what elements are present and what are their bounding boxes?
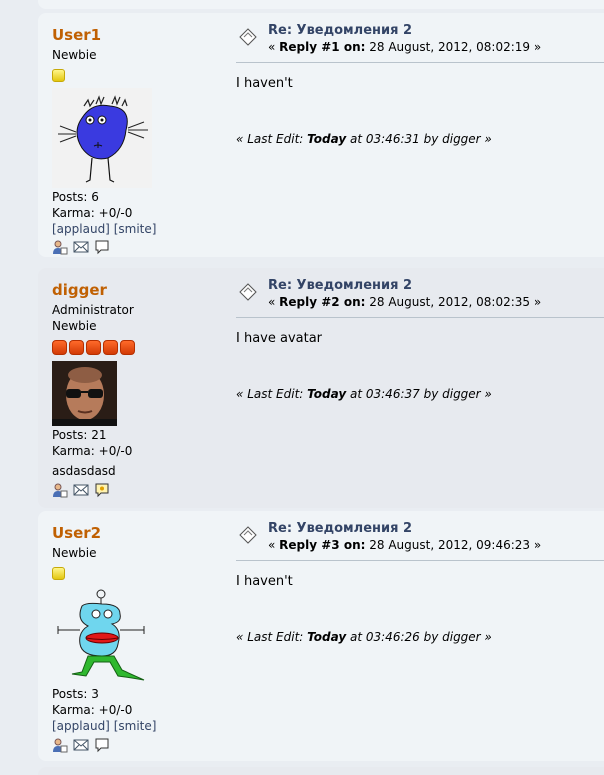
poster-name-link[interactable]: User1 (52, 26, 101, 44)
post-subject-link[interactable]: Re: Уведомления 2 (268, 278, 412, 293)
last-edit-day: Today (307, 387, 347, 401)
reply-prefix: « (268, 40, 276, 54)
last-edit-prefix: « Last Edit: (236, 387, 304, 401)
last-edit-info: at 03:46:26 by digger » (350, 630, 492, 644)
email-icon[interactable] (73, 482, 89, 498)
star-icon (52, 340, 67, 355)
last-edit-prefix: « Last Edit: (236, 132, 304, 146)
post-body: I haven't (236, 574, 293, 589)
signature: asdasdasd (52, 464, 116, 478)
rank-stars (52, 567, 65, 581)
poster-rank: Administrator (52, 303, 134, 317)
star-icon (86, 340, 101, 355)
poster-icons (52, 239, 110, 255)
star-icon (120, 340, 135, 355)
last-edit-day: Today (307, 630, 347, 644)
poster-icons (52, 737, 110, 753)
previous-post-edge (38, 0, 604, 9)
reply-date: 28 August, 2012, 08:02:35 » (369, 295, 542, 309)
star-icon (69, 340, 84, 355)
karma-links: [applaud] [smite] (52, 719, 156, 733)
karma-links: [applaud] [smite] (52, 222, 156, 236)
reply-number: Reply #2 on: (279, 295, 366, 309)
star-icon (103, 340, 118, 355)
post-body: I haven't (236, 76, 293, 91)
post-body: I have avatar (236, 331, 323, 346)
next-post-edge (38, 767, 604, 775)
reply-info: « Reply #3 on: 28 August, 2012, 09:46:23… (268, 538, 541, 552)
last-edit: « Last Edit: Today at 03:46:37 by digger… (236, 387, 492, 401)
last-edit-info: at 03:46:31 by digger » (350, 132, 492, 146)
reply-number: Reply #3 on: (279, 538, 366, 552)
personal-message-icon[interactable] (94, 239, 110, 255)
poster-rank: Newbie (52, 48, 97, 62)
post-subject-link[interactable]: Re: Уведомления 2 (268, 23, 412, 38)
applaud-link[interactable]: [applaud] (52, 222, 110, 236)
post-count: Posts: 21 (52, 428, 107, 442)
reply-date: 28 August, 2012, 09:46:23 » (369, 538, 542, 552)
post-divider (236, 560, 604, 561)
reply-number: Reply #1 on: (279, 40, 366, 54)
poster-icons (52, 482, 110, 498)
profile-icon[interactable] (52, 482, 68, 498)
rank-stars (52, 340, 135, 355)
last-edit: « Last Edit: Today at 03:46:26 by digger… (236, 630, 492, 644)
poster-group: Newbie (52, 319, 97, 333)
post-divider (236, 317, 604, 318)
man-with-sunglasses-avatar-image (52, 361, 117, 426)
poster-rank: Newbie (52, 546, 97, 560)
cyan-robot-avatar-image (52, 586, 152, 686)
forum-post-1: User1 Newbie Posts: 6 Karma: +0/-0 [appl… (38, 13, 604, 257)
avatar (52, 361, 117, 426)
forum-post-3: User2 Newbie Posts: 3 Karma: +0/-0 [appl… (38, 511, 604, 761)
last-edit-info: at 03:46:37 by digger » (350, 387, 492, 401)
karma: Karma: +0/-0 (52, 444, 133, 458)
star-icon (52, 567, 65, 580)
smite-link[interactable]: [smite] (114, 719, 157, 733)
post-count: Posts: 3 (52, 687, 99, 701)
xx-post-icon (239, 28, 257, 46)
poster-name-link[interactable]: digger (52, 281, 107, 299)
reply-date: 28 August, 2012, 08:02:19 » (369, 40, 542, 54)
poster-name-link[interactable]: User2 (52, 524, 101, 542)
post-subject-link[interactable]: Re: Уведомления 2 (268, 521, 412, 536)
profile-icon[interactable] (52, 239, 68, 255)
star-icon (52, 69, 65, 82)
personal-message-icon[interactable] (94, 482, 110, 498)
reply-prefix: « (268, 538, 276, 552)
reply-prefix: « (268, 295, 276, 309)
blue-monster-avatar-image (52, 88, 152, 188)
forum-post-2: digger Administrator Newbie Posts: 21 Ka… (38, 268, 604, 508)
rank-stars (52, 69, 65, 83)
karma: Karma: +0/-0 (52, 206, 133, 220)
xx-post-icon (239, 283, 257, 301)
personal-message-icon[interactable] (94, 737, 110, 753)
post-count: Posts: 6 (52, 190, 99, 204)
last-edit: « Last Edit: Today at 03:46:31 by digger… (236, 132, 492, 146)
post-divider (236, 62, 604, 63)
avatar (52, 586, 152, 686)
email-icon[interactable] (73, 737, 89, 753)
avatar (52, 88, 152, 188)
email-icon[interactable] (73, 239, 89, 255)
last-edit-day: Today (307, 132, 347, 146)
reply-info: « Reply #2 on: 28 August, 2012, 08:02:35… (268, 295, 541, 309)
karma: Karma: +0/-0 (52, 703, 133, 717)
profile-icon[interactable] (52, 737, 68, 753)
xx-post-icon (239, 526, 257, 544)
applaud-link[interactable]: [applaud] (52, 719, 110, 733)
reply-info: « Reply #1 on: 28 August, 2012, 08:02:19… (268, 40, 541, 54)
smite-link[interactable]: [smite] (114, 222, 157, 236)
last-edit-prefix: « Last Edit: (236, 630, 304, 644)
